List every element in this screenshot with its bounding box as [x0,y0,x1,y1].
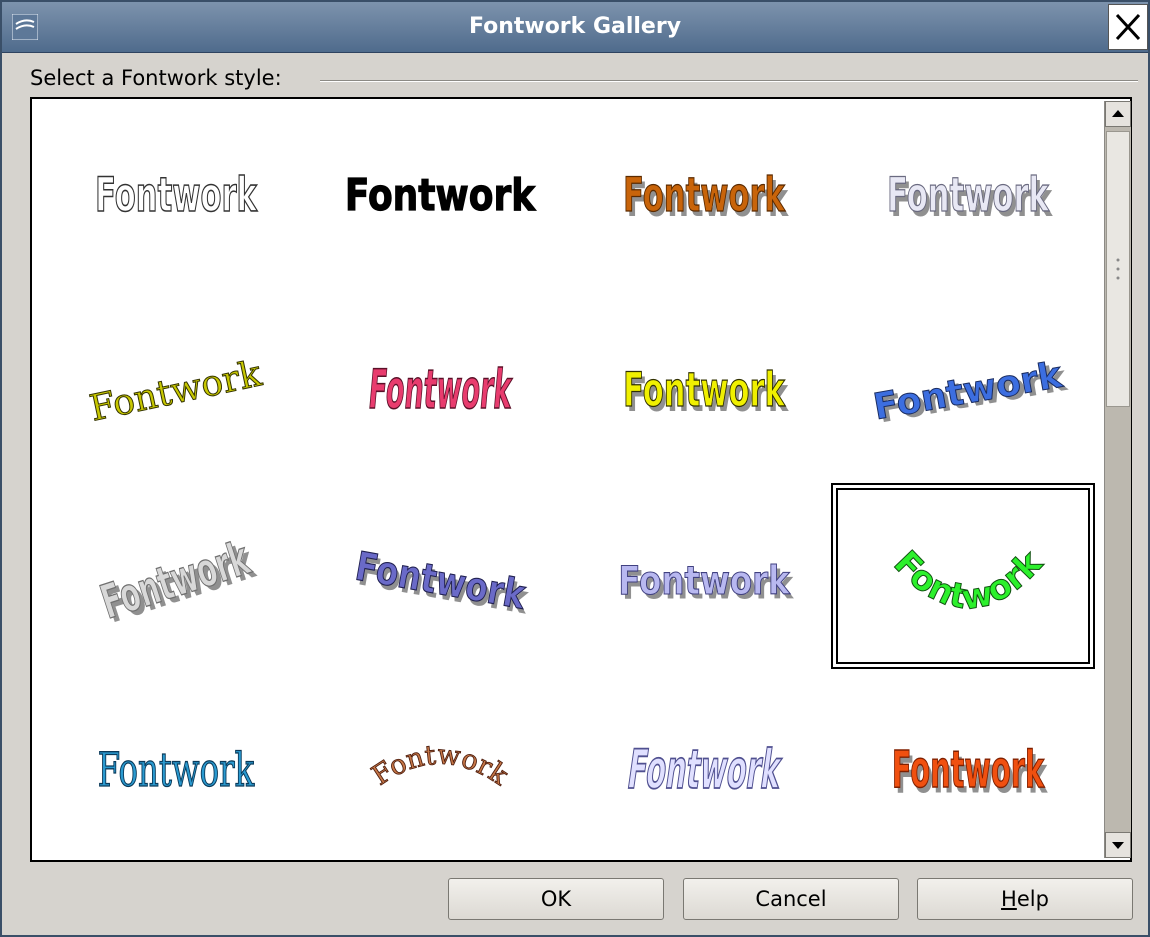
fontwork-preview: Fontwork [344,170,537,221]
fontwork-text: Fontwork [98,744,255,797]
fontwork-preview: Fontwork [86,352,267,429]
fontwork-text: Fontwork [618,556,790,603]
fontwork-text: Fontwork [95,168,258,222]
fontwork-style-item[interactable]: Fontwork Fontwork [44,490,308,675]
help-button[interactable]: Help [917,878,1133,920]
fontwork-style-item[interactable]: Fontwork [44,300,308,485]
fontwork-preview: FontworkFontwork [94,530,262,633]
fontwork-preview: FontworkFontwork [623,167,790,227]
arrow-up-icon [1112,110,1124,117]
help-label-rest: elp [1016,887,1049,911]
section-label: Select a Fontwork style: [30,66,288,90]
fontwork-style-item[interactable]: Fontwork [308,300,572,485]
close-icon [1115,13,1141,41]
fontwork-text: Fontwork [623,168,786,222]
cancel-button[interactable]: Cancel [683,878,899,920]
selection-frame [831,483,1095,669]
fontwork-text: Fontwork [345,170,537,220]
fontwork-style-item[interactable]: Fontwork [308,680,572,865]
fontwork-style-item[interactable]: Fontwork Fontwork [572,300,836,485]
fontwork-style-item[interactable]: Fontwork [572,680,836,865]
fontwork-preview: FontworkFontwork [623,362,790,422]
fontwork-style-item[interactable]: Fontwork [44,680,308,865]
ok-button[interactable]: OK [448,878,664,920]
fontwork-gallery-dialog: Fontwork Gallery Select a Fontwork style… [0,0,1150,937]
fontwork-text: Fontwork [870,354,1066,428]
fontwork-style-item[interactable]: Fontwork Fontwork [572,490,836,675]
fontwork-gallery: Fontwork Fontwork Fontwork Fontwork Fontwork… [30,97,1132,862]
fontwork-preview: FontworkFontwork [352,541,533,623]
fontwork-text: Fontwork [623,363,786,417]
fontwork-text: Fontwork [95,531,257,630]
fontwork-preview: Fontwork [94,167,258,223]
help-mnemonic: H [1001,887,1017,911]
fontwork-text: Fontwork [86,353,266,429]
fontwork-style-item[interactable]: Fontwork Fontwork [836,300,1100,485]
fontwork-preview: Fontwork [366,738,514,792]
arrow-down-icon [1112,842,1124,849]
fontwork-preview: Fontwork [97,743,255,798]
scroll-up-button[interactable] [1105,101,1131,127]
fontwork-preview: FontworkFontwork [870,354,1071,431]
fontwork-style-item[interactable]: Fontwork [44,105,308,290]
fontwork-style-item[interactable]: Fontwork [308,105,572,290]
fontwork-preview: FontworkFontwork [618,556,794,608]
grip-icon [1116,258,1120,280]
window-title: Fontwork Gallery [468,14,682,39]
fontwork-preview: Fontwork [623,739,786,802]
scroll-thumb[interactable] [1106,131,1130,407]
fontwork-text: Fontwork [624,739,786,801]
fontwork-style-item[interactable]: Fontwork Fontwork [308,490,572,675]
fontwork-style-item[interactable]: Fontwork Fontwork [836,680,1100,865]
scroll-down-button[interactable] [1105,832,1131,858]
fontwork-text: Fontwork [367,739,514,792]
fontwork-text: Fontwork [892,740,1045,799]
fontwork-style-item[interactable]: Fontwork Fontwork [572,105,836,290]
title-bar[interactable]: Fontwork Gallery [2,2,1148,53]
fontwork-text: Fontwork [366,358,515,421]
fontwork-preview: FontworkFontwork [887,167,1054,227]
fontwork-preview: FontworkFontwork [891,739,1048,804]
fontwork-text: Fontwork [887,168,1050,222]
section-separator [320,80,1138,82]
close-button[interactable] [1108,4,1148,50]
fontwork-preview: Fontwork [366,358,516,422]
fontwork-style-item[interactable]: Fontwork Fontwork [836,105,1100,290]
vertical-scrollbar[interactable] [1104,101,1131,858]
